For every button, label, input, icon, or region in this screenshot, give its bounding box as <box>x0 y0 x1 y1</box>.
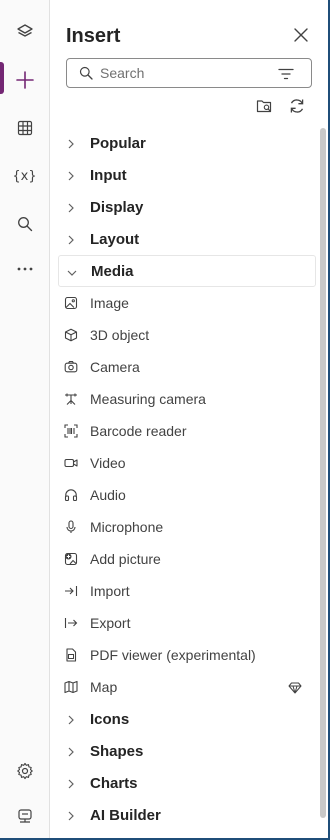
variables-icon: {x} <box>12 168 37 184</box>
media-item-3d-object[interactable]: 3D object <box>58 319 316 351</box>
chevron-right-icon <box>65 137 77 155</box>
item-label: Add picture <box>90 551 161 567</box>
tree-view-button[interactable] <box>0 12 49 52</box>
measure-icon <box>64 392 78 406</box>
data-button[interactable] <box>0 108 49 148</box>
premium-diamond-icon <box>288 681 302 699</box>
import-icon <box>64 584 78 598</box>
category-label: AI Builder <box>90 806 161 824</box>
chevron-right-icon <box>65 713 77 731</box>
item-label: Barcode reader <box>90 423 187 439</box>
item-label: Map <box>90 679 118 695</box>
variables-button[interactable]: {x} <box>0 156 49 196</box>
media-item-audio[interactable]: Audio <box>58 479 316 511</box>
item-label: Measuring camera <box>90 391 206 407</box>
media-item-video[interactable]: Video <box>58 447 316 479</box>
chevron-right-icon <box>65 777 77 795</box>
item-label: Microphone <box>90 519 164 535</box>
category-label: Charts <box>90 774 138 792</box>
video-icon <box>64 456 78 470</box>
insert-button[interactable] <box>0 60 49 100</box>
gear-icon <box>16 762 34 780</box>
category-label: Display <box>90 198 144 216</box>
layers-icon <box>16 23 34 41</box>
close-button[interactable] <box>290 26 312 48</box>
media-item-export[interactable]: Export <box>58 607 316 639</box>
media-item-microphone[interactable]: Microphone <box>58 511 316 543</box>
table-icon <box>17 120 33 136</box>
category-label: Media <box>91 262 134 280</box>
folder-search-icon <box>256 98 274 119</box>
barcode-icon <box>64 424 78 438</box>
microphone-icon <box>64 520 78 534</box>
virtual-agent-button[interactable] <box>0 796 49 836</box>
category-input[interactable]: Input <box>58 159 316 191</box>
category-ai-builder[interactable]: AI Builder <box>58 799 316 831</box>
category-display[interactable]: Display <box>58 191 316 223</box>
category-layout[interactable]: Layout <box>58 223 316 255</box>
export-icon <box>64 616 78 630</box>
media-item-measuring-camera[interactable]: Measuring camera <box>58 383 316 415</box>
panel-title: Insert <box>66 25 121 47</box>
cube-icon <box>64 328 78 342</box>
camera-icon <box>64 360 78 374</box>
map-icon <box>64 680 78 694</box>
browse-folder-button[interactable] <box>254 97 276 119</box>
left-rail: {x} <box>0 0 50 838</box>
search-rail-button[interactable] <box>0 204 49 244</box>
bot-icon <box>17 807 33 825</box>
item-label: Image <box>90 295 129 311</box>
filter-icon[interactable] <box>278 67 294 85</box>
category-media[interactable]: Media <box>58 255 316 287</box>
insert-tree: Popular Input Display Layout Media Image <box>58 127 316 831</box>
headphones-icon <box>64 488 78 502</box>
search-icon <box>79 66 93 85</box>
media-item-image[interactable]: Image <box>58 287 316 319</box>
item-label: PDF viewer (experimental) <box>90 647 256 663</box>
category-label: Icons <box>90 710 130 728</box>
chevron-right-icon <box>65 745 77 763</box>
item-label: Import <box>90 583 130 599</box>
category-label: Input <box>90 166 127 184</box>
item-label: 3D object <box>90 327 150 343</box>
media-item-add-picture[interactable]: Add picture <box>58 543 316 575</box>
chevron-down-icon <box>66 266 78 284</box>
settings-button[interactable] <box>0 751 49 791</box>
chevron-right-icon <box>65 201 77 219</box>
app-frame: {x} Insert Search Popular Input Display … <box>0 0 328 838</box>
category-label: Shapes <box>90 742 144 760</box>
insert-panel: Insert Search Popular Input Display Layo… <box>50 0 328 838</box>
media-item-map[interactable]: Map <box>58 671 316 703</box>
media-item-import[interactable]: Import <box>58 575 316 607</box>
add-picture-icon <box>64 552 78 566</box>
refresh-icon <box>288 97 306 120</box>
media-item-barcode-reader[interactable]: Barcode reader <box>58 415 316 447</box>
category-label: Popular <box>90 134 146 152</box>
search-box <box>66 58 312 88</box>
search-input[interactable] <box>100 64 270 82</box>
image-icon <box>64 296 78 310</box>
more-button[interactable] <box>0 249 49 289</box>
more-icon <box>16 266 34 272</box>
item-label: Video <box>90 455 126 471</box>
media-item-pdf-viewer[interactable]: PDF viewer (experimental) <box>58 639 316 671</box>
category-icons[interactable]: Icons <box>58 703 316 735</box>
chevron-right-icon <box>65 809 77 827</box>
chevron-right-icon <box>65 169 77 187</box>
item-label: Audio <box>90 487 126 503</box>
refresh-button[interactable] <box>286 97 308 119</box>
item-label: Camera <box>90 359 140 375</box>
chevron-right-icon <box>65 233 77 251</box>
category-label: Layout <box>90 230 140 248</box>
close-icon <box>294 27 308 47</box>
pdf-icon <box>64 648 78 662</box>
item-label: Export <box>90 615 131 631</box>
plus-icon <box>15 70 35 90</box>
category-charts[interactable]: Charts <box>58 767 316 799</box>
media-item-camera[interactable]: Camera <box>58 351 316 383</box>
category-shapes[interactable]: Shapes <box>58 735 316 767</box>
category-popular[interactable]: Popular <box>58 127 316 159</box>
scrollbar-thumb[interactable] <box>320 128 326 818</box>
search-icon <box>17 216 33 232</box>
